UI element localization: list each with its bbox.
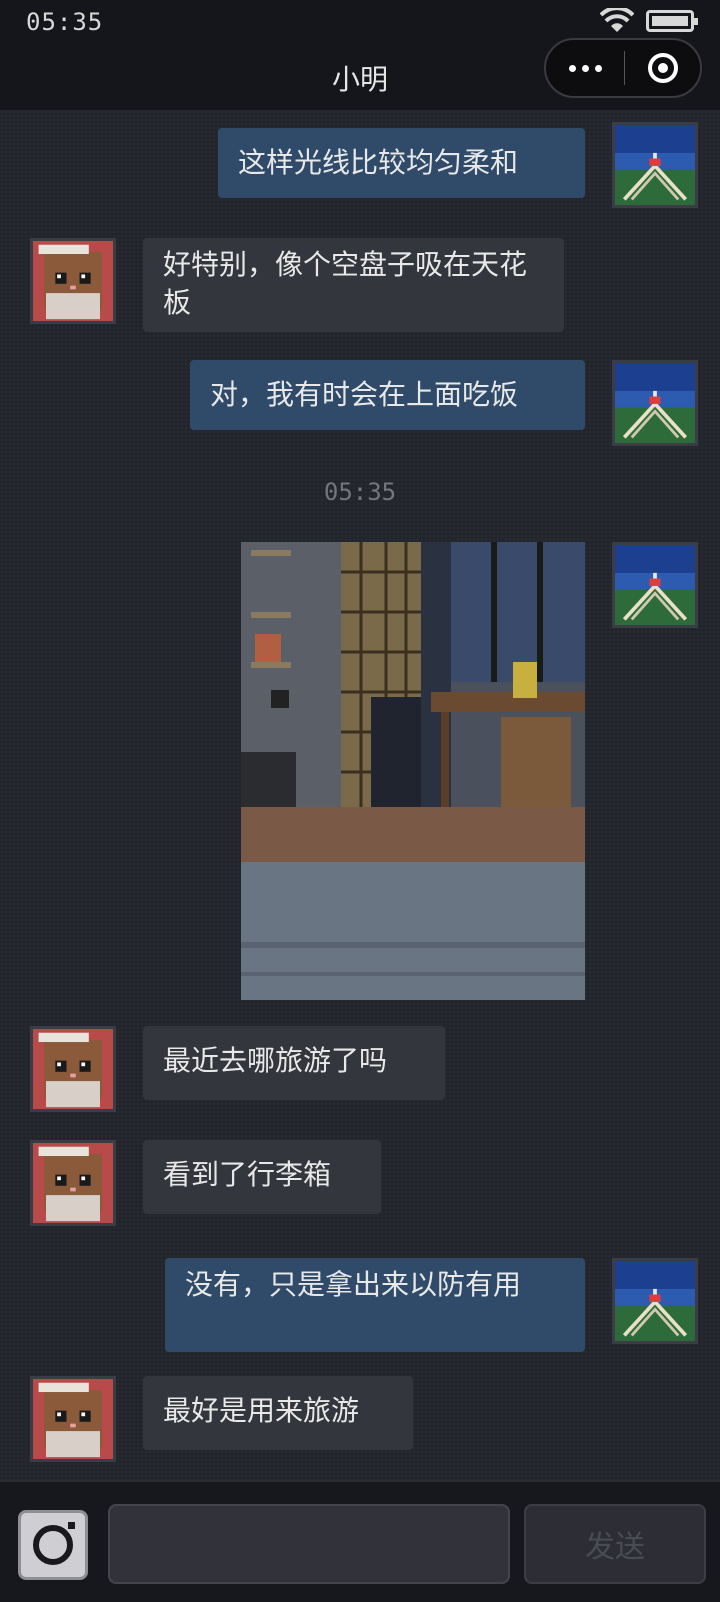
more-dots-icon[interactable] [546, 64, 624, 72]
send-button[interactable]: 发送 [524, 1504, 706, 1584]
message-bubble-other[interactable]: 最近去哪旅游了吗 [143, 1026, 445, 1100]
battery-icon [646, 10, 698, 32]
contact-avatar[interactable] [30, 238, 116, 324]
contact-avatar[interactable] [30, 1140, 116, 1226]
my-avatar[interactable] [612, 1258, 698, 1344]
status-time: 05:35 [26, 8, 104, 36]
status-icons [600, 8, 698, 34]
message-bubble-other[interactable]: 好特别，像个空盘子吸在天花板 [143, 238, 564, 332]
message-bubble-me[interactable]: 对，我有时会在上面吃饭 [190, 360, 585, 430]
image-message[interactable] [241, 542, 585, 1000]
input-bar: 发送 [0, 1480, 720, 1602]
target-icon [647, 53, 678, 83]
close-button[interactable] [625, 53, 700, 83]
my-avatar[interactable] [612, 122, 698, 208]
message-bubble-other[interactable]: 最好是用来旅游 [143, 1376, 413, 1450]
my-avatar[interactable] [612, 542, 698, 628]
miniprogram-capsule [544, 38, 702, 98]
camera-icon[interactable] [18, 1510, 88, 1580]
my-avatar[interactable] [612, 360, 698, 446]
message-bubble-me[interactable]: 这样光线比较均匀柔和 [218, 128, 585, 198]
message-bubble-me[interactable]: 没有，只是拿出来以防有用 [165, 1258, 585, 1352]
time-separator: 05:35 [323, 478, 397, 506]
contact-avatar[interactable] [30, 1026, 116, 1112]
message-bubble-other[interactable]: 看到了行李箱 [143, 1140, 381, 1214]
contact-avatar[interactable] [30, 1376, 116, 1462]
wifi-icon [600, 8, 634, 32]
chat-area[interactable]: 这样光线比较均匀柔和 好特别，像个空盘子吸在天花板 对，我有时会在上面吃饭 05… [0, 110, 720, 1480]
message-input[interactable] [108, 1504, 510, 1584]
